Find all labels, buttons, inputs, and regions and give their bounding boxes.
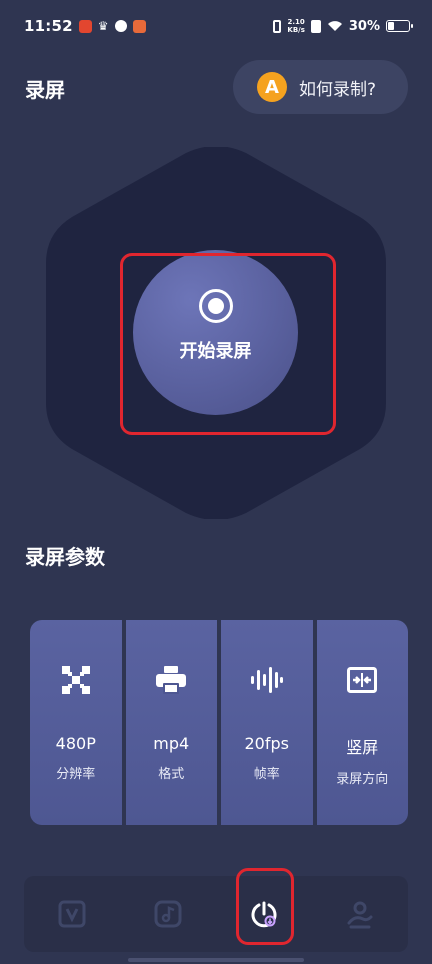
status-left: 11:52 ♛ bbox=[24, 17, 146, 35]
status-right: 2.10 KB/s 30% bbox=[273, 18, 413, 34]
param-value: 竖屏 bbox=[346, 738, 379, 757]
param-label: 录屏方向 bbox=[336, 772, 389, 787]
help-label: 如何录制? bbox=[299, 79, 377, 100]
param-label: 帧率 bbox=[253, 767, 280, 782]
params-title: 录屏参数 bbox=[25, 545, 105, 569]
crown-icon: ♛ bbox=[97, 19, 109, 33]
battery-text: 30% bbox=[348, 18, 380, 34]
param-framerate[interactable]: 20fps 帧率 bbox=[221, 620, 313, 825]
app-badge-icon bbox=[132, 19, 146, 33]
check-badge-icon bbox=[114, 20, 127, 32]
param-format[interactable]: mp4 格式 bbox=[125, 620, 217, 825]
orientation-icon bbox=[346, 664, 378, 696]
param-label: 分辨率 bbox=[56, 767, 96, 782]
profile-icon bbox=[347, 901, 373, 929]
net-speed: 2.10 KB/s bbox=[287, 18, 304, 34]
printer-icon bbox=[155, 664, 187, 696]
vibrate-icon bbox=[273, 19, 282, 33]
net-speed-unit: KB/s bbox=[287, 26, 305, 34]
app-notification-icon bbox=[78, 19, 92, 33]
battery-icon bbox=[386, 20, 413, 32]
param-value: 20fps bbox=[244, 734, 289, 753]
battery-fill bbox=[388, 22, 394, 30]
wifi-icon bbox=[327, 21, 342, 31]
param-orientation[interactable]: 竖屏 录屏方向 bbox=[316, 620, 408, 825]
net-speed-value: 2.10 bbox=[287, 18, 305, 26]
page-title: 录屏 bbox=[25, 78, 65, 102]
bottom-nav bbox=[24, 876, 408, 952]
status-bar: 11:52 ♛ 2.10 KB/s 30% bbox=[0, 0, 432, 52]
video-icon bbox=[58, 900, 86, 928]
highlight-box-nav bbox=[236, 868, 294, 945]
param-value: 480P bbox=[55, 734, 96, 753]
params-panel: 480P 分辨率 mp4 格式 20fps 帧率 竖屏 录屏方向 bbox=[30, 620, 408, 825]
nav-profile[interactable] bbox=[312, 876, 408, 952]
waveform-icon bbox=[250, 664, 283, 696]
music-icon bbox=[154, 900, 182, 928]
param-resolution[interactable]: 480P 分辨率 bbox=[30, 620, 122, 825]
home-indicator bbox=[128, 958, 304, 962]
help-avatar-icon: A bbox=[257, 72, 287, 102]
status-time: 11:52 bbox=[24, 17, 73, 35]
how-to-record-button[interactable]: A 如何录制? bbox=[233, 60, 408, 114]
nav-video[interactable] bbox=[24, 876, 120, 952]
param-label: 格式 bbox=[158, 767, 185, 782]
nav-music[interactable] bbox=[120, 876, 216, 952]
resolution-icon bbox=[60, 664, 92, 696]
no-sim-icon bbox=[310, 19, 321, 33]
highlight-box-record bbox=[120, 253, 336, 435]
param-value: mp4 bbox=[153, 734, 190, 753]
